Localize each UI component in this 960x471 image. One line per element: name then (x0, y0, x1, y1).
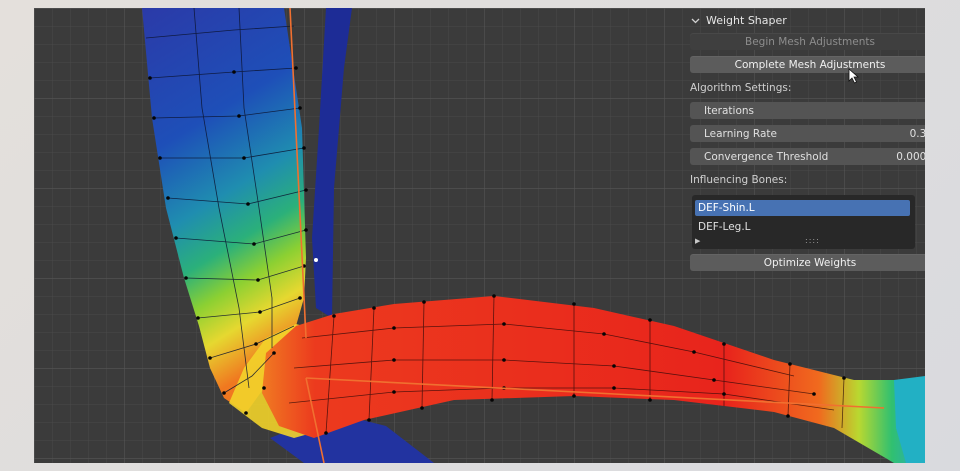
convergence-threshold-field[interactable]: Convergence Threshold 0.0001 (690, 148, 925, 165)
learning-rate-field[interactable]: Learning Rate 0.30 (690, 125, 925, 142)
list-item[interactable]: DEF-Leg.L (695, 219, 910, 235)
optimize-weights-button[interactable]: Optimize Weights (690, 254, 925, 271)
bone-name: DEF-Leg.L (698, 221, 751, 233)
begin-mesh-adjustments-button[interactable]: Begin Mesh Adjustments (690, 33, 925, 50)
chevron-down-icon[interactable] (690, 15, 700, 25)
triangle-right-icon[interactable]: ▶ (695, 237, 700, 245)
panel-header[interactable]: Weight Shaper (690, 11, 787, 29)
iterations-value: 5 (924, 105, 925, 117)
iterations-field[interactable]: Iterations 5 (690, 102, 925, 119)
active-vertex (314, 258, 318, 262)
weight-shaper-panel: Weight Shaper Begin Mesh Adjustments Com… (684, 8, 925, 463)
mouse-pointer-icon (848, 68, 860, 84)
convergence-threshold-value: 0.0001 (896, 150, 925, 163)
panel-title: Weight Shaper (706, 13, 787, 27)
begin-mesh-adjustments-label: Begin Mesh Adjustments (745, 35, 875, 48)
influencing-bones-list[interactable]: DEF-Shin.L DEF-Leg.L (692, 195, 915, 249)
algorithm-settings-label: Algorithm Settings: (690, 82, 792, 94)
bone-name: DEF-Shin.L (698, 202, 755, 214)
optimize-weights-label: Optimize Weights (763, 256, 857, 269)
drag-grip-icon[interactable]: :::: (805, 236, 820, 245)
influencing-bones-label: Influencing Bones: (690, 174, 788, 186)
complete-mesh-adjustments-button[interactable]: Complete Mesh Adjustments (690, 56, 925, 73)
list-item[interactable]: DEF-Shin.L (695, 200, 910, 216)
complete-mesh-adjustments-label: Complete Mesh Adjustments (734, 58, 886, 71)
learning-rate-value: 0.30 (909, 127, 925, 140)
iterations-label: Iterations (704, 104, 755, 117)
blender-window: Weight Shaper Begin Mesh Adjustments Com… (34, 8, 925, 463)
convergence-threshold-label: Convergence Threshold (704, 150, 829, 163)
learning-rate-label: Learning Rate (704, 127, 777, 140)
